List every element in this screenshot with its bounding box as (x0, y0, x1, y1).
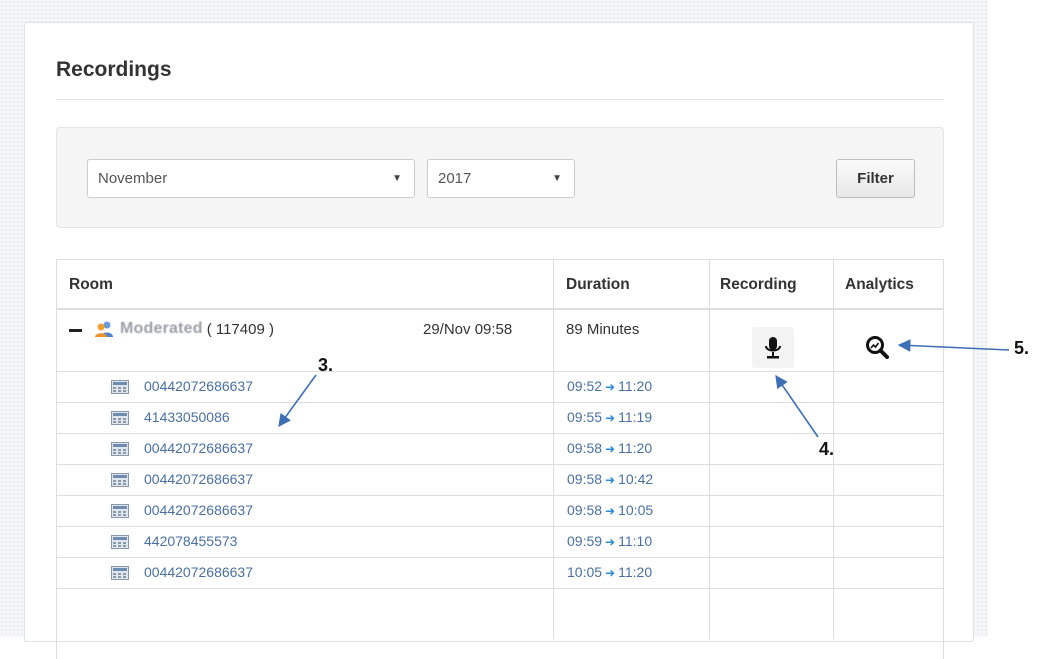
arrow-right-icon: ➜ (605, 504, 616, 518)
call-start-time: 10:05 (567, 564, 603, 580)
call-number[interactable]: 00442072686637 (144, 502, 253, 518)
analytics-search-icon (866, 336, 889, 359)
page-title: Recordings (56, 58, 172, 81)
call-row[interactable]: 00442072686637 09:52 ➜ 11:20 (57, 372, 943, 403)
call-start-time: 09:58 (567, 471, 603, 487)
column-header-room[interactable]: Room (69, 276, 113, 294)
call-time-range: 09:58 ➜ 10:05 (567, 502, 653, 518)
month-select-value: November (98, 170, 168, 187)
call-row[interactable]: 00442072686637 09:58 ➜ 11:20 (57, 434, 943, 465)
call-start-time: 09:59 (567, 533, 603, 549)
call-end-time: 11:20 (618, 564, 653, 580)
moderator-group-icon (95, 321, 113, 337)
call-end-time: 11:20 (618, 378, 653, 394)
chevron-down-icon: ▼ (552, 173, 562, 184)
call-number[interactable]: 442078455573 (144, 533, 237, 549)
call-time-range: 09:58 ➜ 10:42 (567, 471, 653, 487)
call-time-range: 09:58 ➜ 11:20 (567, 440, 652, 456)
title-divider (56, 99, 944, 100)
column-header-recording: Recording (720, 276, 797, 293)
call-start-time: 09:58 (567, 502, 603, 518)
phone-line-icon (111, 442, 129, 456)
arrow-right-icon: ➜ (605, 411, 616, 425)
call-number[interactable]: 00442072686637 (144, 378, 253, 394)
room-duration: 89 Minutes (566, 321, 640, 338)
call-number[interactable]: 41433050086 (144, 409, 230, 425)
column-header-duration[interactable]: Duration (566, 276, 630, 294)
call-row[interactable]: 00442072686637 09:58 ➜ 10:05 (57, 496, 943, 527)
phone-line-icon (111, 380, 129, 394)
room-date: 29/Nov 09:58 (423, 321, 513, 338)
call-row[interactable]: 00442072686637 10:05 ➜ 11:20 (57, 558, 943, 589)
room-id: ( 117409 ) (206, 320, 274, 338)
arrow-right-icon: ➜ (605, 473, 616, 487)
call-start-time: 09:58 (567, 440, 603, 456)
arrow-right-icon: ➜ (605, 535, 616, 549)
year-select[interactable]: 2017 ▼ (427, 159, 575, 198)
filter-button[interactable]: Filter (836, 159, 915, 198)
microphone-icon (765, 336, 781, 358)
call-number[interactable]: 00442072686637 (144, 564, 253, 580)
call-row[interactable]: 442078455573 09:59 ➜ 11:10 (57, 527, 943, 558)
phone-line-icon (111, 473, 129, 487)
call-start-time: 09:52 (567, 378, 603, 394)
call-end-time: 11:20 (618, 440, 653, 456)
recording-button[interactable] (752, 327, 794, 368)
arrow-right-icon: ➜ (605, 380, 616, 394)
call-end-time: 11:19 (618, 409, 653, 425)
phone-line-icon (111, 504, 129, 518)
analytics-button[interactable] (862, 332, 892, 362)
room-name[interactable]: Moderated (120, 320, 203, 338)
annotation-number-5: 5. (1014, 338, 1030, 358)
month-select[interactable]: November ▼ (87, 159, 415, 198)
arrow-right-icon: ➜ (605, 442, 616, 456)
call-time-range: 10:05 ➜ 11:20 (567, 564, 652, 580)
header-divider (57, 308, 943, 310)
column-header-analytics: Analytics (845, 276, 914, 293)
call-number[interactable]: 00442072686637 (144, 440, 253, 456)
call-time-range: 09:59 ➜ 11:10 (567, 533, 652, 549)
phone-line-icon (111, 535, 129, 549)
call-start-time: 09:55 (567, 409, 603, 425)
annotation-number-3: 3. (318, 355, 334, 375)
room-row[interactable]: Moderated ( 117409 ) (69, 320, 274, 338)
call-time-range: 09:55 ➜ 11:19 (567, 409, 652, 425)
call-end-time: 11:10 (618, 533, 653, 549)
call-end-time: 10:05 (618, 502, 654, 518)
call-time-range: 09:52 ➜ 11:20 (567, 378, 652, 394)
year-select-value: 2017 (438, 170, 472, 187)
annotation-number-4: 4. (819, 439, 835, 459)
collapse-icon[interactable] (69, 328, 82, 332)
row-divider (57, 588, 943, 589)
phone-line-icon (111, 411, 129, 425)
arrow-right-icon: ➜ (605, 566, 616, 580)
call-end-time: 10:42 (618, 471, 654, 487)
call-row[interactable]: 41433050086 09:55 ➜ 11:19 (57, 403, 943, 434)
call-number[interactable]: 00442072686637 (144, 471, 253, 487)
call-row[interactable]: 00442072686637 09:58 ➜ 10:42 (57, 465, 943, 496)
chevron-down-icon: ▼ (392, 173, 402, 184)
phone-line-icon (111, 566, 129, 580)
